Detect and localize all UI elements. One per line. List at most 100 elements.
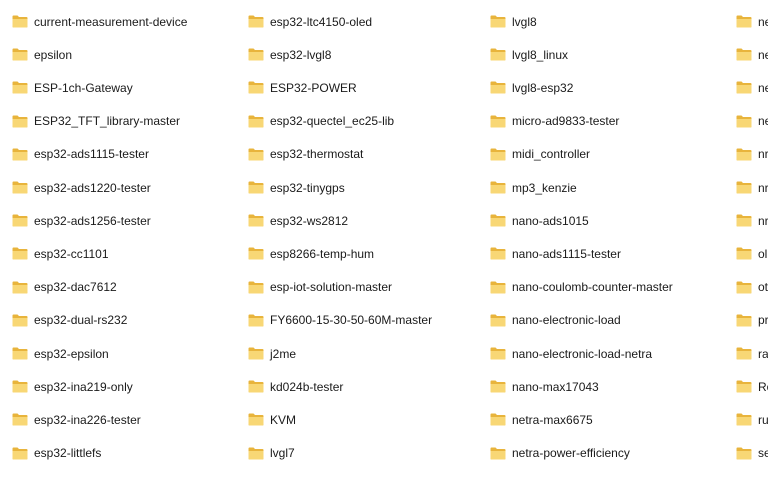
folder-item[interactable]: esp32-ads1256-tester xyxy=(12,204,248,237)
folder-item[interactable]: esp32-ina226-tester xyxy=(12,403,248,436)
folder-item[interactable]: nano-coulomb-counter-master xyxy=(490,271,726,304)
folder-item[interactable]: esp32-dac7612 xyxy=(12,271,248,304)
folder-item[interactable]: esp8266-temp-hum xyxy=(248,237,484,270)
folder-item[interactable]: esp32-dual-rs232 xyxy=(12,304,248,337)
folder-item[interactable]: nano-electronic-load-netra xyxy=(490,337,726,370)
folder-icon xyxy=(248,15,264,28)
folder-name: esp32-lvgl8 xyxy=(270,47,332,62)
folder-item[interactable]: nrf xyxy=(736,171,768,204)
folder-name: nrf xyxy=(758,213,768,228)
folder-item[interactable]: current-measurement-device xyxy=(12,5,248,38)
folder-name: esp8266-temp-hum xyxy=(270,246,375,261)
folder-item[interactable]: netra-power-efficiency xyxy=(490,437,726,470)
folder-item[interactable]: esp32-ltc4150-oled xyxy=(248,5,484,38)
folder-item[interactable]: esp32-lvgl8 xyxy=(248,38,484,71)
folder-item[interactable]: esp32-epsilon xyxy=(12,337,248,370)
folder-item[interactable]: ESP32_TFT_library-master xyxy=(12,105,248,138)
folder-item[interactable]: esp32-ads1115-tester xyxy=(12,138,248,171)
folder-icon xyxy=(736,413,752,426)
folder-name: KVM xyxy=(270,412,297,427)
folder-item[interactable]: oti xyxy=(736,271,768,304)
folder-icon xyxy=(12,148,28,161)
folder-item[interactable]: midi_controller xyxy=(490,138,726,171)
folder-item[interactable]: nrf xyxy=(736,138,768,171)
folder-item[interactable]: ne xyxy=(736,5,768,38)
folder-name: esp32-dac7612 xyxy=(34,280,117,295)
folder-item[interactable]: nano-electronic-load xyxy=(490,304,726,337)
folder-item[interactable]: esp32-ads1220-tester xyxy=(12,171,248,204)
folder-item[interactable]: nrf xyxy=(736,204,768,237)
folder-item[interactable]: nano-ads1015 xyxy=(490,204,726,237)
folder-item[interactable]: ne xyxy=(736,71,768,104)
folder-item[interactable]: esp-iot-solution-master xyxy=(248,271,484,304)
folder-item[interactable]: ser xyxy=(736,437,768,470)
folder-icon xyxy=(12,15,28,28)
folder-item[interactable]: epsilon xyxy=(12,38,248,71)
folder-item[interactable]: esp32-ina219-only xyxy=(12,370,248,403)
folder-item[interactable]: lvgl7 xyxy=(248,437,484,470)
folder-icon xyxy=(736,181,752,194)
folder-name: rus xyxy=(758,412,768,427)
folder-name: ol xyxy=(758,246,768,261)
folder-icon xyxy=(248,181,264,194)
folder-name: lvgl8_linux xyxy=(512,47,569,62)
folder-name: esp32-ltc4150-oled xyxy=(270,14,373,29)
folder-item[interactable]: esp32-ws2812 xyxy=(248,204,484,237)
folder-item[interactable]: esp32-littlefs xyxy=(12,437,248,470)
folder-item[interactable]: ESP-1ch-Gateway xyxy=(12,71,248,104)
folder-name: esp32-ads1115-tester xyxy=(34,147,149,162)
folder-name: nano-coulomb-counter-master xyxy=(512,280,673,295)
folder-icon xyxy=(248,148,264,161)
folder-icon xyxy=(248,281,264,294)
folder-item[interactable]: esp32-tinygps xyxy=(248,171,484,204)
folder-icon xyxy=(736,115,752,128)
folder-item[interactable]: ol xyxy=(736,237,768,270)
folder-name: pro xyxy=(758,313,768,328)
folder-item[interactable]: pro xyxy=(736,304,768,337)
folder-item[interactable]: lvgl8 xyxy=(490,5,726,38)
folder-icon xyxy=(490,15,506,28)
folder-icon xyxy=(248,247,264,260)
folder-icon xyxy=(248,81,264,94)
folder-item[interactable]: lvgl8-esp32 xyxy=(490,71,726,104)
folder-item[interactable]: ne xyxy=(736,105,768,138)
folder-item[interactable]: esp32-cc1101 xyxy=(12,237,248,270)
folder-name: esp32-ads1220-tester xyxy=(34,180,151,195)
folder-item[interactable]: nano-ads1115-tester xyxy=(490,237,726,270)
folder-item[interactable]: micro-ad9833-tester xyxy=(490,105,726,138)
folder-item[interactable]: FY6600-15-30-50-60M-master xyxy=(248,304,484,337)
folder-item[interactable]: netra-max6675 xyxy=(490,403,726,436)
folder-item[interactable]: ne xyxy=(736,38,768,71)
folder-item[interactable]: lvgl8_linux xyxy=(490,38,726,71)
folder-item[interactable]: rus xyxy=(736,403,768,436)
folder-item[interactable]: nano-max17043 xyxy=(490,370,726,403)
folder-name: mp3_kenzie xyxy=(512,180,577,195)
folder-name: epsilon xyxy=(34,47,73,62)
folder-icon xyxy=(248,447,264,460)
folder-item[interactable]: kd024b-tester xyxy=(248,370,484,403)
folder-icon xyxy=(248,413,264,426)
folder-icon xyxy=(248,347,264,360)
folder-name: Ro xyxy=(758,379,768,394)
folder-item[interactable]: esp32-thermostat xyxy=(248,138,484,171)
folder-icon xyxy=(490,314,506,327)
folder-icon xyxy=(736,214,752,227)
folder-item[interactable]: mp3_kenzie xyxy=(490,171,726,204)
folder-icon xyxy=(12,413,28,426)
folder-icon xyxy=(490,181,506,194)
folder-name: esp32-quectel_ec25-lib xyxy=(270,114,395,129)
folder-item[interactable]: Ro xyxy=(736,370,768,403)
folder-icon xyxy=(12,48,28,61)
folder-name: ESP32-POWER xyxy=(270,80,357,95)
folder-icon xyxy=(490,380,506,393)
folder-item[interactable]: ESP32-POWER xyxy=(248,71,484,104)
folder-item[interactable]: j2me xyxy=(248,337,484,370)
folder-icon xyxy=(248,314,264,327)
folder-item[interactable]: ras xyxy=(736,337,768,370)
folder-icon xyxy=(248,48,264,61)
folder-icon xyxy=(736,347,752,360)
folder-item[interactable]: KVM xyxy=(248,403,484,436)
folder-icon xyxy=(490,48,506,61)
folder-icon xyxy=(12,447,28,460)
folder-item[interactable]: esp32-quectel_ec25-lib xyxy=(248,105,484,138)
